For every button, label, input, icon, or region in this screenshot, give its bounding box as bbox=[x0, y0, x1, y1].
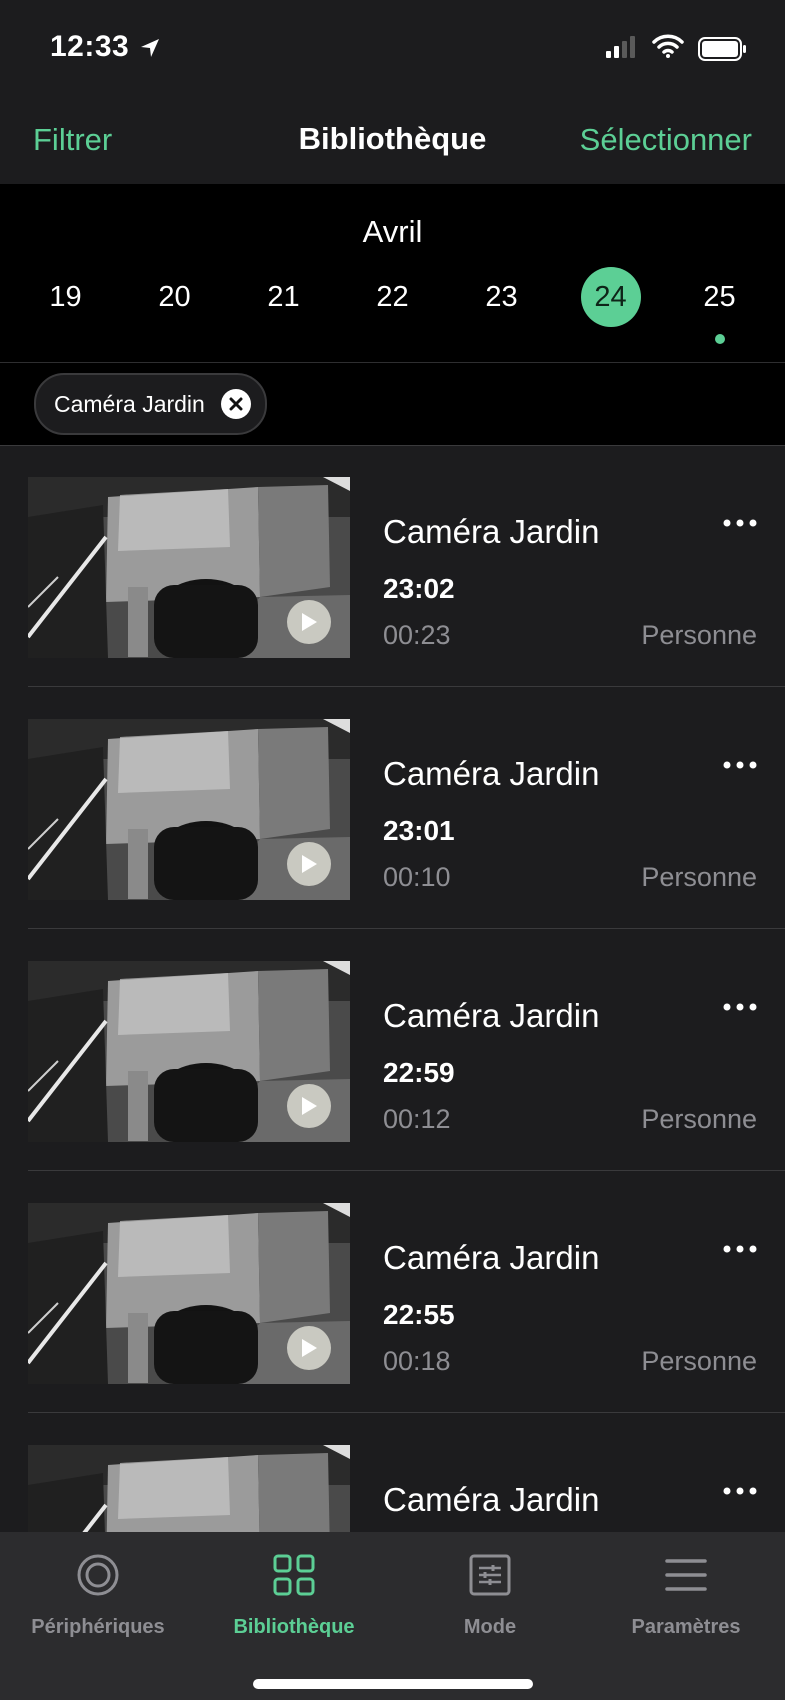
event-time: 23:01 bbox=[383, 815, 455, 846]
date-strip: Avril 19 20 21 22 23 24 25 bbox=[0, 184, 785, 363]
devices-icon bbox=[77, 1554, 119, 1596]
battery-icon bbox=[698, 37, 746, 61]
camera-name: Caméra Jardin bbox=[383, 513, 600, 550]
play-icon[interactable] bbox=[287, 1084, 331, 1128]
day-item[interactable]: 19 bbox=[11, 281, 120, 362]
day-item[interactable]: 22 bbox=[338, 281, 447, 362]
event-duration: 00:18 bbox=[383, 1346, 451, 1376]
event-time: 22:59 bbox=[383, 1057, 455, 1088]
list-item[interactable]: Caméra Jardin 23:02 00:23 Personne bbox=[0, 445, 785, 687]
video-thumbnail[interactable] bbox=[28, 961, 350, 1142]
tab-label: Paramètres bbox=[631, 1616, 741, 1638]
day-number: 20 bbox=[158, 280, 191, 313]
event-duration: 00:10 bbox=[383, 862, 451, 892]
filter-bar: Caméra Jardin bbox=[0, 363, 785, 446]
home-indicator[interactable] bbox=[253, 1679, 533, 1689]
day-item[interactable]: 21 bbox=[229, 281, 338, 362]
navigation-bar: Filtrer Bibliothèque Sélectionner bbox=[0, 92, 785, 184]
day-number: 25 bbox=[703, 280, 736, 313]
tab-library[interactable]: Bibliothèque bbox=[196, 1550, 392, 1639]
tab-label: Périphériques bbox=[31, 1616, 165, 1638]
more-options-icon[interactable] bbox=[723, 1003, 757, 1011]
play-icon[interactable] bbox=[287, 1326, 331, 1370]
library-grid-icon bbox=[273, 1554, 315, 1596]
menu-icon bbox=[665, 1559, 707, 1591]
tab-settings[interactable]: Paramètres bbox=[588, 1550, 784, 1639]
day-item[interactable]: 20 bbox=[120, 281, 229, 362]
tab-label: Mode bbox=[463, 1616, 517, 1638]
play-icon[interactable] bbox=[287, 842, 331, 886]
event-list: Caméra Jardin 23:02 00:23 Personne Camér… bbox=[0, 445, 785, 1532]
cellular-signal-icon bbox=[606, 36, 635, 58]
wifi-icon bbox=[652, 34, 684, 58]
list-item[interactable]: Caméra Jardin 22:59 00:12 Personne bbox=[0, 929, 785, 1171]
detection-tag: Personne bbox=[641, 1346, 757, 1376]
camera-name: Caméra Jardin bbox=[383, 997, 600, 1034]
camera-name: Caméra Jardin bbox=[383, 1239, 600, 1276]
day-item[interactable]: 23 bbox=[447, 281, 556, 362]
play-icon[interactable] bbox=[287, 600, 331, 644]
day-number: 22 bbox=[376, 280, 409, 313]
detection-tag: Personne bbox=[641, 620, 757, 650]
chip-label: Caméra Jardin bbox=[54, 390, 205, 417]
select-button[interactable]: Sélectionner bbox=[580, 122, 752, 158]
tab-mode[interactable]: Mode bbox=[392, 1550, 588, 1639]
status-bar: 12:33 bbox=[0, 0, 785, 92]
day-list: 19 20 21 22 23 24 25 bbox=[11, 267, 774, 362]
tab-devices[interactable]: Périphériques bbox=[0, 1550, 196, 1639]
video-thumbnail[interactable] bbox=[28, 719, 350, 900]
day-number: 19 bbox=[49, 280, 82, 313]
event-duration: 00:12 bbox=[383, 1104, 451, 1134]
event-time: 23:02 bbox=[383, 573, 455, 604]
list-item[interactable]: Caméra Jardin 23:01 00:10 Personne bbox=[0, 687, 785, 929]
tab-label: Bibliothèque bbox=[233, 1616, 355, 1638]
event-time: 22:55 bbox=[383, 1299, 455, 1330]
camera-name: Caméra Jardin bbox=[383, 1481, 600, 1518]
mode-sliders-icon bbox=[469, 1554, 511, 1596]
month-label: Avril bbox=[362, 214, 423, 249]
status-time: 12:33 bbox=[50, 30, 130, 63]
more-options-icon[interactable] bbox=[723, 519, 757, 527]
event-dot-indicator bbox=[714, 334, 725, 344]
close-icon[interactable] bbox=[220, 389, 251, 419]
list-item[interactable]: Caméra Jardin 22:55 00:18 Personne bbox=[0, 1171, 785, 1413]
day-number: 21 bbox=[267, 280, 300, 313]
tab-bar: Périphériques Bibliothèque Mode Paramètr… bbox=[0, 1532, 785, 1700]
location-arrow-icon bbox=[141, 39, 159, 57]
day-number: 24 bbox=[580, 267, 641, 327]
day-item-selected[interactable]: 24 bbox=[556, 267, 665, 362]
video-thumbnail[interactable] bbox=[28, 1203, 350, 1384]
detection-tag: Personne bbox=[641, 1104, 757, 1134]
list-item[interactable]: Caméra Jardin bbox=[0, 1413, 785, 1532]
video-thumbnail[interactable] bbox=[28, 477, 350, 658]
more-options-icon[interactable] bbox=[723, 1245, 757, 1253]
event-duration: 00:23 bbox=[383, 620, 451, 650]
day-number: 23 bbox=[485, 280, 518, 313]
camera-name: Caméra Jardin bbox=[383, 755, 600, 792]
detection-tag: Personne bbox=[641, 862, 757, 892]
video-thumbnail[interactable] bbox=[28, 1445, 350, 1532]
day-item[interactable]: 25 bbox=[665, 281, 774, 362]
camera-filter-chip[interactable]: Caméra Jardin bbox=[34, 373, 267, 435]
more-options-icon[interactable] bbox=[723, 761, 757, 769]
more-options-icon[interactable] bbox=[723, 1487, 757, 1495]
